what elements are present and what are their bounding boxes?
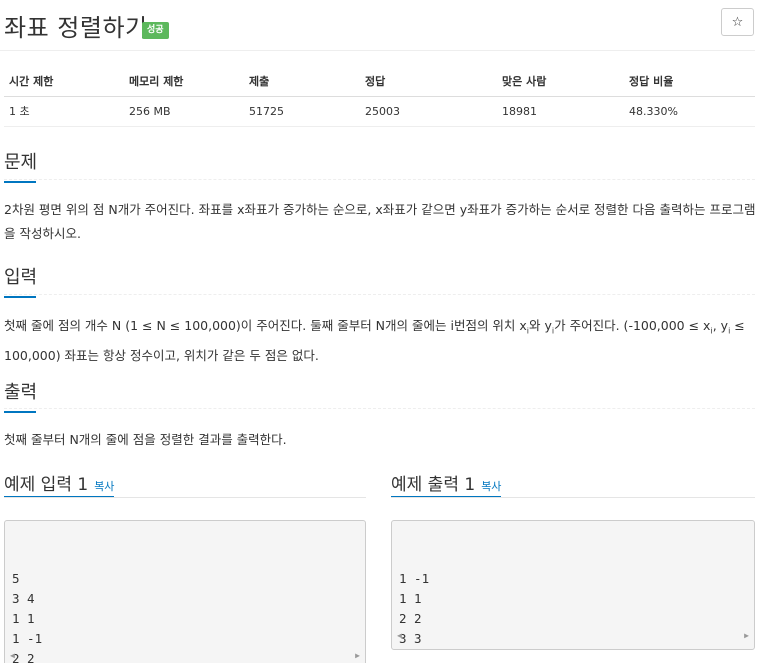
description-heading: 문제 [4,148,38,183]
input-text-part: 가 주어진다. (-100,000 ≤ x [554,318,711,333]
table-row: 1 초 256 MB 51725 25003 18981 48.330% [4,96,755,127]
sample-output-code[interactable]: 1 -1 1 1 2 2 3 3 3 4 ◀ ▶ [391,520,755,650]
copy-output-button[interactable]: 복사 [481,480,501,493]
input-heading: 입력 [4,263,38,298]
output-heading-text: 출력 [4,382,38,403]
sample-output-heading: 예제 출력 1 복사 [391,470,501,495]
input-text-part: 와 y [529,318,552,333]
title-divider [0,50,755,51]
col-memory-limit: 메모리 제한 [124,66,244,97]
section-divider [4,408,755,409]
copy-input-button[interactable]: 복사 [94,480,114,493]
input-text: 첫째 줄에 점의 개수 N (1 ≤ N ≤ 100,000)이 주어진다. 둘… [4,314,756,368]
section-divider [4,179,755,180]
page-title: 좌표 정렬하기 [4,14,148,42]
heading-underline [4,411,36,413]
scroll-right-icon[interactable]: ▶ [744,626,749,646]
input-heading-text: 입력 [4,267,38,288]
favorite-button[interactable]: ☆ [721,8,754,36]
input-text-part: 첫째 줄에 점의 개수 N (1 ≤ N ≤ 100,000)이 주어진다. 둘… [4,318,527,333]
submissions-value: 51725 [244,96,360,127]
sample-input-title: 예제 입력 1 [4,475,89,495]
problem-header: 좌표 정렬하기 성공 ☆ [4,4,754,44]
description-text: 2차원 평면 위의 점 N개가 주어진다. 좌표를 x좌표가 증가하는 순으로,… [4,202,756,241]
scroll-right-icon[interactable]: ▶ [355,646,360,663]
col-time-limit: 시간 제한 [4,66,124,97]
sample-input-code[interactable]: 5 3 4 1 1 1 -1 2 2 3 3 ◀ ▶ [4,520,366,663]
input-text-part: , y [712,318,729,333]
section-divider [4,497,366,498]
accept-ratio-value: 48.330% [624,96,755,127]
scroll-left-icon[interactable]: ◀ [397,626,402,646]
sample-input-text: 5 3 4 1 1 1 -1 2 2 3 3 [12,571,43,663]
col-solved-users: 맞은 사람 [497,66,624,97]
description-heading-text: 문제 [4,152,38,173]
problem-info-table: 시간 제한 메모리 제한 제출 정답 맞은 사람 정답 비율 1 초 256 M… [4,66,755,127]
sample-input-heading: 예제 입력 1 복사 [4,470,114,495]
solved-users-value: 18981 [497,96,624,127]
col-accepted: 정답 [360,66,497,97]
memory-limit-value: 256 MB [124,96,244,127]
heading-underline [4,296,36,298]
horizontal-scrollbar[interactable]: ◀ ▶ [392,631,754,649]
sample-output-title: 예제 출력 1 [391,475,476,495]
status-badge: 성공 [142,22,169,39]
time-limit-value: 1 초 [4,96,124,127]
col-accept-ratio: 정답 비율 [624,66,755,97]
col-submissions: 제출 [244,66,360,97]
section-divider [391,497,755,498]
output-heading: 출력 [4,378,38,413]
accepted-value: 25003 [360,96,497,127]
section-divider [4,294,755,295]
table-header-row: 시간 제한 메모리 제한 제출 정답 맞은 사람 정답 비율 [4,66,755,97]
star-icon: ☆ [731,14,744,30]
scroll-left-icon[interactable]: ◀ [10,646,15,663]
heading-underline [4,181,36,183]
horizontal-scrollbar[interactable]: ◀ ▶ [5,651,365,663]
output-text: 첫째 줄부터 N개의 줄에 점을 정렬한 결과를 출력한다. [4,432,287,447]
